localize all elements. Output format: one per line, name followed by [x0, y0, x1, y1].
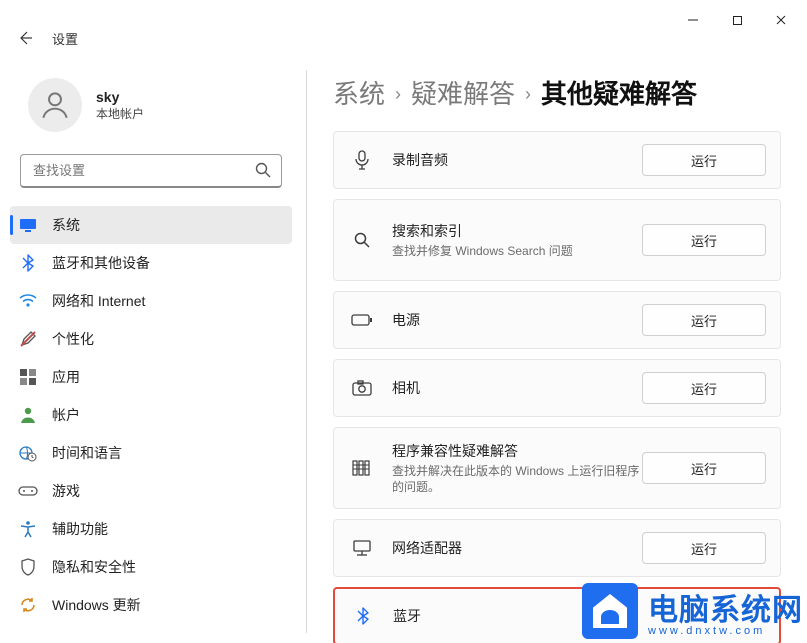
bluetooth-icon: [18, 253, 38, 273]
apps-icon: [18, 367, 38, 387]
troubleshooter-tile[interactable]: 电源运行: [333, 291, 781, 349]
sidebar-item-label: 游戏: [52, 481, 80, 501]
tile-title: 蓝牙: [393, 606, 765, 626]
compat-icon: [348, 459, 376, 477]
search-icon: [254, 161, 272, 184]
run-button[interactable]: 运行: [642, 452, 766, 484]
chevron-right-icon: ›: [525, 84, 531, 105]
main-content: 系统 › 疑难解答 › 其他疑难解答 录制音频运行搜索和索引查找并修复 Wind…: [307, 60, 807, 643]
user-card[interactable]: sky 本地帐户: [0, 60, 302, 150]
brush-icon: [18, 329, 38, 349]
wifi-icon: [18, 291, 38, 311]
gamepad-icon: [18, 481, 38, 501]
close-button[interactable]: [759, 5, 803, 35]
sidebar-item-label: 网络和 Internet: [52, 291, 145, 311]
run-button[interactable]: 运行: [642, 372, 766, 404]
sidebar: sky 本地帐户 系统蓝牙和其他设备网络和 Internet 个性化应用帐户时间和…: [0, 60, 302, 643]
sidebar-item-bluetooth[interactable]: 蓝牙和其他设备: [10, 244, 292, 282]
sidebar-item-label: 系统: [52, 215, 80, 235]
tile-title: 网络适配器: [392, 538, 642, 558]
troubleshooter-tile[interactable]: 相机运行: [333, 359, 781, 417]
battery-icon: [348, 313, 376, 327]
run-button[interactable]: 运行: [642, 304, 766, 336]
troubleshooter-tile[interactable]: 录制音频运行: [333, 131, 781, 189]
crumb-troubleshoot[interactable]: 疑难解答: [411, 74, 515, 111]
update-icon: [18, 595, 38, 615]
sidebar-item-globe-clock[interactable]: 时间和语言: [10, 434, 292, 472]
sidebar-item-apps[interactable]: 应用: [10, 358, 292, 396]
tile-title: 搜索和索引: [392, 221, 642, 241]
sidebar-item-accessibility[interactable]: 辅助功能: [10, 510, 292, 548]
run-button[interactable]: 运行: [642, 532, 766, 564]
search-icon: [348, 231, 376, 249]
nav-list: 系统蓝牙和其他设备网络和 Internet 个性化应用帐户时间和语言游戏辅助功能隐…: [0, 206, 302, 624]
globe-clock-icon: [18, 443, 38, 463]
avatar: [28, 78, 82, 132]
sidebar-item-brush[interactable]: 个性化: [10, 320, 292, 358]
run-button[interactable]: 运行: [642, 224, 766, 256]
sidebar-item-label: 辅助功能: [52, 519, 108, 539]
sidebar-item-gamepad[interactable]: 游戏: [10, 472, 292, 510]
tile-title: 程序兼容性疑难解答: [392, 441, 642, 461]
maximize-button[interactable]: [715, 5, 759, 35]
tiles-list: 录制音频运行搜索和索引查找并修复 Windows Search 问题运行电源运行…: [333, 131, 781, 643]
tile-subtitle: 查找并解决在此版本的 Windows 上运行旧程序的问题。: [392, 463, 642, 495]
monitor-icon: [18, 215, 38, 235]
user-name: sky: [96, 89, 144, 105]
troubleshooter-tile[interactable]: 蓝牙: [333, 587, 781, 643]
sidebar-item-label: 帐户: [52, 405, 80, 425]
tile-title: 电源: [392, 310, 642, 330]
sidebar-item-label: Windows 更新: [52, 595, 141, 615]
minimize-button[interactable]: [671, 5, 715, 35]
sidebar-item-wifi[interactable]: 网络和 Internet: [10, 282, 292, 320]
accessibility-icon: [18, 519, 38, 539]
sidebar-item-person[interactable]: 帐户: [10, 396, 292, 434]
shield-icon: [18, 557, 38, 577]
sidebar-item-monitor[interactable]: 系统: [10, 206, 292, 244]
back-button[interactable]: [16, 29, 34, 47]
microphone-icon: [348, 150, 376, 170]
person-icon: [18, 405, 38, 425]
chevron-right-icon: ›: [395, 84, 401, 105]
sidebar-item-shield[interactable]: 隐私和安全性: [10, 548, 292, 586]
search-input[interactable]: [20, 154, 282, 188]
sidebar-item-label: 时间和语言: [52, 443, 122, 463]
troubleshooter-tile[interactable]: 搜索和索引查找并修复 Windows Search 问题运行: [333, 199, 781, 281]
tile-title: 录制音频: [392, 150, 642, 170]
troubleshooter-tile[interactable]: 程序兼容性疑难解答查找并解决在此版本的 Windows 上运行旧程序的问题。运行: [333, 427, 781, 509]
crumb-current: 其他疑难解答: [541, 74, 697, 111]
user-account-type: 本地帐户: [96, 105, 144, 122]
bluetooth-icon: [349, 607, 377, 625]
sidebar-item-label: 应用: [52, 367, 80, 387]
sidebar-item-label: 蓝牙和其他设备: [52, 253, 150, 273]
tile-title: 相机: [392, 378, 642, 398]
run-button[interactable]: 运行: [642, 144, 766, 176]
network-icon: [348, 539, 376, 557]
camera-icon: [348, 380, 376, 396]
troubleshooter-tile[interactable]: 网络适配器运行: [333, 519, 781, 577]
breadcrumb: 系统 › 疑难解答 › 其他疑难解答: [333, 74, 781, 111]
sidebar-item-label: 个性化: [52, 329, 94, 349]
sidebar-item-label: 隐私和安全性: [52, 557, 136, 577]
sidebar-item-update[interactable]: Windows 更新: [10, 586, 292, 624]
tile-subtitle: 查找并修复 Windows Search 问题: [392, 243, 642, 259]
crumb-system[interactable]: 系统: [333, 74, 385, 111]
app-title: 设置: [52, 29, 78, 48]
